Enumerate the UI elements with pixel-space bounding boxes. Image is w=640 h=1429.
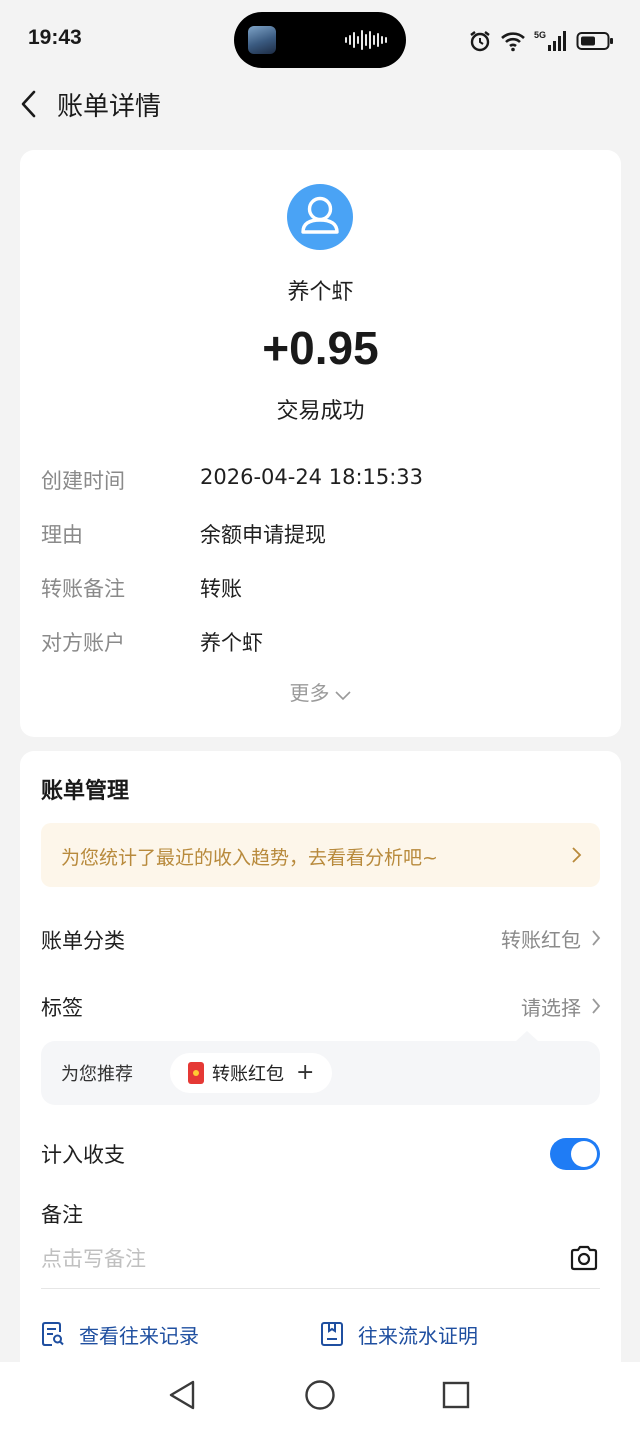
promo-text: 为您统计了最近的收入趋势，去看看分析吧~ [61,847,438,869]
plus-icon: + [296,1060,315,1085]
network-label: 5G [534,30,546,40]
red-envelope-icon [188,1062,204,1084]
recommend-tag-chip[interactable]: 转账红包 + [170,1053,333,1093]
chevron-right-icon [572,847,582,863]
divider [41,1288,600,1289]
nav-back-button[interactable] [163,1378,203,1412]
include-in-stats-toggle[interactable] [550,1138,600,1170]
detail-value: 2026-04-24 18:15:33 [200,465,424,489]
include-in-stats-label: 计入收支 [41,1143,125,1167]
payee-name: 养个虾 [287,280,354,305]
status-bar: 19:43 5G [0,0,640,80]
chip-label: 转账红包 [212,1064,284,1085]
recommend-label: 为您推荐 [61,1064,133,1085]
bill-summary-card: 养个虾 +0.95 交易成功 创建时间 2026-04-24 18:15:33 … [20,150,621,737]
more-label: 更多 [289,681,330,705]
certificate-icon [321,1322,343,1346]
status-icons: 5G [468,26,614,56]
nav-recents-button[interactable] [436,1378,476,1412]
detail-row-counterparty: 对方账户 养个虾 [41,627,601,657]
audio-wave-icon [345,30,387,50]
detail-label: 对方账户 [41,631,125,655]
transaction-status: 交易成功 [276,399,365,424]
tag-value: 请选择 [521,995,581,1020]
income-trend-banner[interactable]: 为您统计了最近的收入趋势，去看看分析吧~ [41,823,600,887]
category-value: 转账红包 [501,927,581,952]
camera-icon [570,1245,598,1271]
triangle-back-icon [169,1380,195,1410]
back-button[interactable] [14,86,48,122]
dynamic-island[interactable] [234,12,406,68]
status-time: 19:43 [28,26,82,49]
camera-button[interactable] [569,1244,599,1276]
more-button[interactable]: 更多 [20,677,621,706]
alarm-icon [470,31,490,52]
note-label: 备注 [41,1203,83,1227]
category-selector[interactable]: 转账红包 [501,923,601,953]
detail-value: 余额申请提现 [200,523,326,547]
tag-label: 标签 [41,996,83,1020]
page-header: 账单详情 [0,80,640,128]
user-icon [301,196,339,234]
note-input[interactable] [41,1243,541,1275]
link-label: 往来流水证明 [358,1323,478,1348]
link-label: 查看往来记录 [79,1323,199,1348]
tag-selector[interactable]: 请选择 [521,991,601,1021]
record-search-icon [42,1322,64,1346]
view-history-link[interactable]: 查看往来记录 [41,1319,199,1349]
chevron-down-icon [334,690,351,700]
page-title: 账单详情 [57,92,162,122]
chevron-right-icon [592,998,601,1014]
detail-value[interactable]: 养个虾 [200,627,263,657]
detail-row-reason: 理由 余额申请提现 [41,519,601,549]
detail-row-transfer-note: 转账备注 转账 [41,573,601,603]
signal-icon: 5G [534,30,566,51]
circle-home-icon [305,1380,335,1410]
media-thumbnail [248,26,276,54]
detail-label: 转账备注 [41,577,125,601]
transaction-certificate-link[interactable]: 往来流水证明 [320,1319,478,1349]
bill-management-card: 账单管理 为您统计了最近的收入趋势，去看看分析吧~ 账单分类 转账红包 标签 请… [20,751,621,1381]
payee-avatar[interactable] [287,184,353,250]
transaction-amount: +0.95 [262,322,379,374]
nav-home-button[interactable] [300,1378,340,1412]
section-title: 账单管理 [41,779,130,804]
tag-recommendations: 为您推荐 转账红包 + [41,1041,600,1105]
category-label: 账单分类 [41,929,125,953]
chevron-left-icon [21,90,36,118]
wifi-icon [501,32,525,52]
system-nav-bar [0,1362,640,1429]
chevron-right-icon [592,930,601,946]
battery-icon [576,32,613,50]
square-recents-icon [442,1381,470,1409]
detail-row-created-time: 创建时间 2026-04-24 18:15:33 [41,465,601,495]
detail-label: 理由 [41,523,83,547]
toggle-knob [571,1141,597,1167]
detail-label: 创建时间 [41,469,125,493]
detail-value: 转账 [200,577,242,601]
